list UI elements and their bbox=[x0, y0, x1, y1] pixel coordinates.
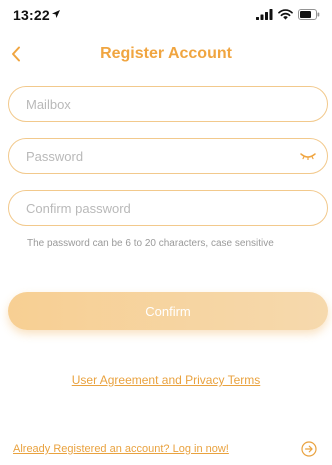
confirm-password-field[interactable] bbox=[8, 190, 328, 226]
arrow-right-circle-icon[interactable] bbox=[301, 441, 317, 457]
mailbox-field[interactable] bbox=[8, 86, 328, 122]
password-input[interactable] bbox=[26, 139, 296, 173]
confirm-password-input[interactable] bbox=[26, 191, 296, 225]
wifi-icon bbox=[278, 9, 293, 20]
register-screen: 13:22 Register Account Mailbox The passw… bbox=[0, 0, 332, 465]
login-row: Already Registered an account? Log in no… bbox=[13, 443, 229, 455]
battery-icon bbox=[298, 9, 320, 20]
nav-bar: Register Account bbox=[0, 36, 332, 76]
status-icons bbox=[256, 9, 320, 20]
status-bar: 13:22 bbox=[0, 0, 332, 34]
eye-closed-icon[interactable] bbox=[300, 152, 316, 160]
status-time: 13:22 bbox=[13, 7, 50, 23]
mailbox-input[interactable] bbox=[26, 87, 296, 121]
password-field[interactable] bbox=[8, 138, 328, 174]
user-agreement-link[interactable]: User Agreement and Privacy Terms bbox=[0, 373, 332, 387]
login-link[interactable]: Already Registered an account? Log in no… bbox=[13, 443, 229, 455]
password-hint: The password can be 6 to 20 characters, … bbox=[27, 238, 274, 249]
cellular-signal-icon bbox=[256, 9, 273, 20]
confirm-button[interactable]: Confirm bbox=[8, 292, 328, 330]
page-title: Register Account bbox=[100, 45, 232, 62]
location-arrow-icon bbox=[52, 10, 60, 18]
